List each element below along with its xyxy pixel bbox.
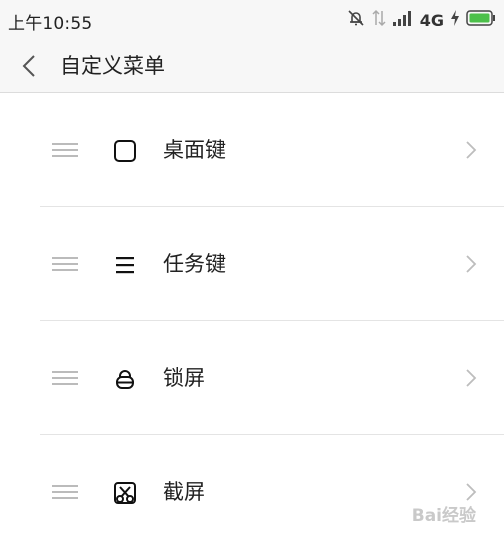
status-time: 上午10:55	[8, 9, 92, 34]
chevron-left-icon[interactable]	[14, 50, 46, 82]
drag-handle-icon[interactable]	[52, 484, 78, 500]
menu-item-label: 锁屏	[163, 363, 205, 393]
menu-item-screenshot[interactable]: 截屏	[0, 435, 504, 549]
page-title: 自定义菜单	[60, 50, 165, 82]
mute-icon	[346, 8, 366, 32]
menu-item-label: 桌面键	[163, 135, 226, 165]
nav-bar: 自定义菜单	[0, 40, 504, 93]
data-arrows-icon	[372, 8, 386, 32]
task-lines-icon	[112, 252, 138, 278]
chevron-right-icon	[464, 139, 478, 161]
drag-handle-icon[interactable]	[52, 256, 78, 272]
menu-item-label: 截屏	[163, 477, 205, 507]
chevron-right-icon	[464, 367, 478, 389]
menu-list: 桌面键 任务键	[0, 93, 504, 549]
watermark: Bai经验	[412, 501, 476, 526]
chevron-right-icon	[464, 481, 478, 503]
lock-icon	[112, 366, 138, 392]
signal-icon	[392, 9, 414, 31]
status-bar: 上午10:55 4G	[0, 0, 504, 40]
menu-item-lock[interactable]: 锁屏	[0, 321, 504, 435]
home-square-icon	[112, 138, 138, 164]
battery-icon	[466, 9, 496, 31]
network-type: 4G	[420, 11, 444, 30]
chevron-right-icon	[464, 253, 478, 275]
screenshot-scissors-icon	[112, 480, 138, 506]
menu-item-home[interactable]: 桌面键	[0, 93, 504, 207]
drag-handle-icon[interactable]	[52, 370, 78, 386]
status-icons: 4G	[346, 8, 496, 32]
menu-item-task[interactable]: 任务键	[0, 207, 504, 321]
charging-icon	[450, 9, 460, 31]
drag-handle-icon[interactable]	[52, 142, 78, 158]
menu-item-label: 任务键	[163, 249, 226, 279]
